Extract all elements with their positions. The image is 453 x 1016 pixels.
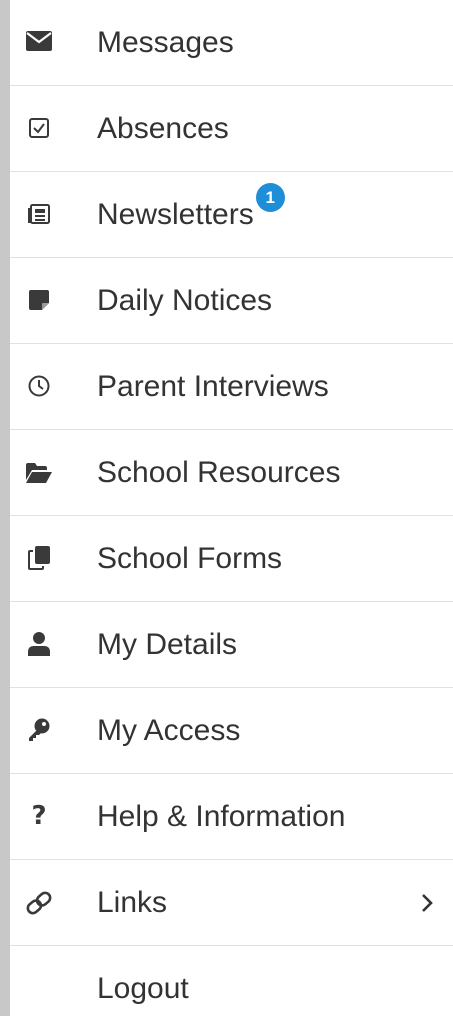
- link-icon: [22, 891, 56, 915]
- menu-item-label: School Forms: [97, 542, 283, 575]
- menu-item-daily-notices[interactable]: Daily Notices: [10, 258, 453, 344]
- key-icon: [22, 718, 56, 742]
- menu-item-logout[interactable]: Logout: [10, 946, 453, 1016]
- user-icon: [22, 632, 56, 656]
- menu-item-label: Parent Interviews: [97, 370, 329, 403]
- menu-item-label-wrap: Newsletters1: [97, 183, 285, 233]
- chevron-right-icon: [421, 893, 433, 918]
- menu-item-label: My Access: [97, 714, 241, 747]
- menu-item-absences[interactable]: Absences: [10, 86, 453, 172]
- copy-icon: [22, 546, 56, 570]
- menu-item-label: Newsletters: [97, 198, 254, 231]
- question-icon: ?: [31, 801, 47, 831]
- checkbox-icon: [22, 118, 56, 138]
- menu-item-label: Links: [97, 886, 168, 919]
- menu-item-school-resources[interactable]: School Resources: [10, 430, 453, 516]
- menu-item-label: Absences: [97, 112, 229, 145]
- menu-item-help-information[interactable]: ? Help & Information: [10, 774, 453, 860]
- notification-badge: 1: [255, 183, 285, 212]
- menu-item-messages[interactable]: Messages: [10, 0, 453, 86]
- menu-item-label: Help & Information: [97, 800, 346, 833]
- side-menu: Messages Absences Newsletters1 Daily Not…: [10, 0, 453, 1016]
- menu-item-label: Logout: [97, 972, 189, 1005]
- menu-item-label: Messages: [97, 26, 234, 59]
- menu-item-label: My Details: [97, 628, 238, 661]
- menu-item-my-details[interactable]: My Details: [10, 602, 453, 688]
- menu-item-links[interactable]: Links: [10, 860, 453, 946]
- menu-item-label: School Resources: [97, 456, 341, 489]
- clock-icon: [22, 375, 56, 397]
- menu-item-school-forms[interactable]: School Forms: [10, 516, 453, 602]
- menu-item-label: Daily Notices: [97, 284, 273, 317]
- newspaper-icon: [22, 204, 56, 224]
- sticky-note-icon: [22, 290, 56, 310]
- menu-item-parent-interviews[interactable]: Parent Interviews: [10, 344, 453, 430]
- menu-item-my-access[interactable]: My Access: [10, 688, 453, 774]
- folder-open-icon: [22, 463, 56, 483]
- envelope-icon: [22, 31, 56, 51]
- menu-item-newsletters[interactable]: Newsletters1: [10, 172, 453, 258]
